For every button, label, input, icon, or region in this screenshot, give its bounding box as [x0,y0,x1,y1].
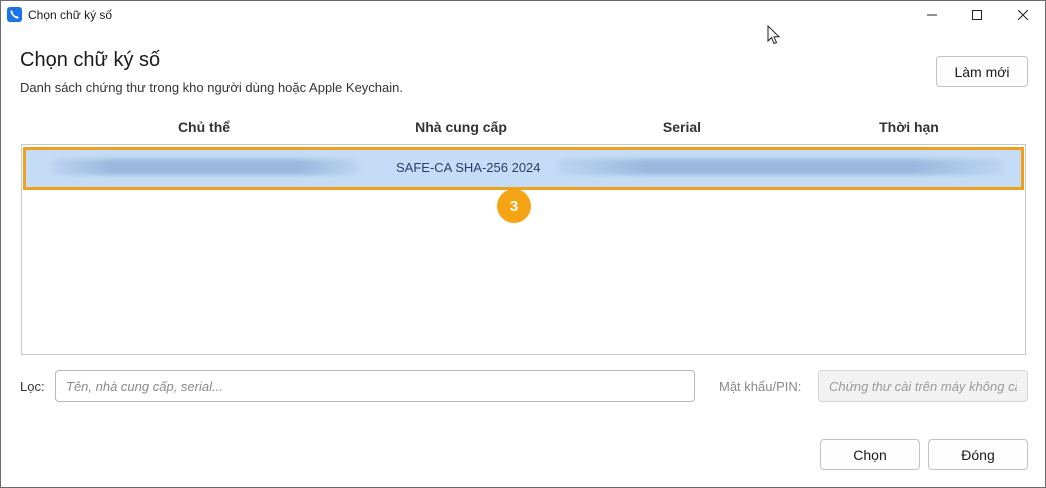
column-header-subject[interactable]: Chủ thể [178,119,230,135]
phone-app-icon [7,7,22,22]
row-provider: SAFE-CA SHA-256 2024 [396,160,541,175]
pin-input [818,370,1028,402]
select-button[interactable]: Chọn [820,439,920,470]
close-window-button[interactable] [1000,1,1046,29]
mouse-cursor-icon [767,25,781,45]
title-bar[interactable]: Chọn chữ ký số [1,1,1045,29]
column-header-provider[interactable]: Nhà cung cấp [415,119,507,135]
page-subtitle: Danh sách chứng thư trong kho người dùng… [20,80,403,95]
redacted-subject [50,159,360,175]
maximize-icon [972,10,982,20]
refresh-button[interactable]: Làm mới [936,56,1028,87]
column-header-serial[interactable]: Serial [663,119,701,135]
page-title: Chọn chữ ký số [20,49,161,71]
minimize-button[interactable] [909,1,955,29]
maximize-button[interactable] [954,1,1000,29]
filter-input[interactable] [55,370,695,402]
pin-label: Mật khẩu/PIN: [719,379,802,394]
table-row[interactable]: SAFE-CA SHA-256 2024 [23,147,1024,190]
redacted-serial-expiry [556,159,1004,175]
close-icon [1018,10,1028,20]
close-button[interactable]: Đóng [928,439,1028,470]
filter-label: Lọc: [20,379,45,394]
dialog-window: Chọn chữ ký số Chọn chữ ký số Danh sách … [0,0,1046,488]
step-badge: 3 [497,189,531,223]
minimize-icon [927,14,937,16]
window-title: Chọn chữ ký số [28,8,113,22]
column-header-expiry[interactable]: Thời hạn [879,119,939,135]
